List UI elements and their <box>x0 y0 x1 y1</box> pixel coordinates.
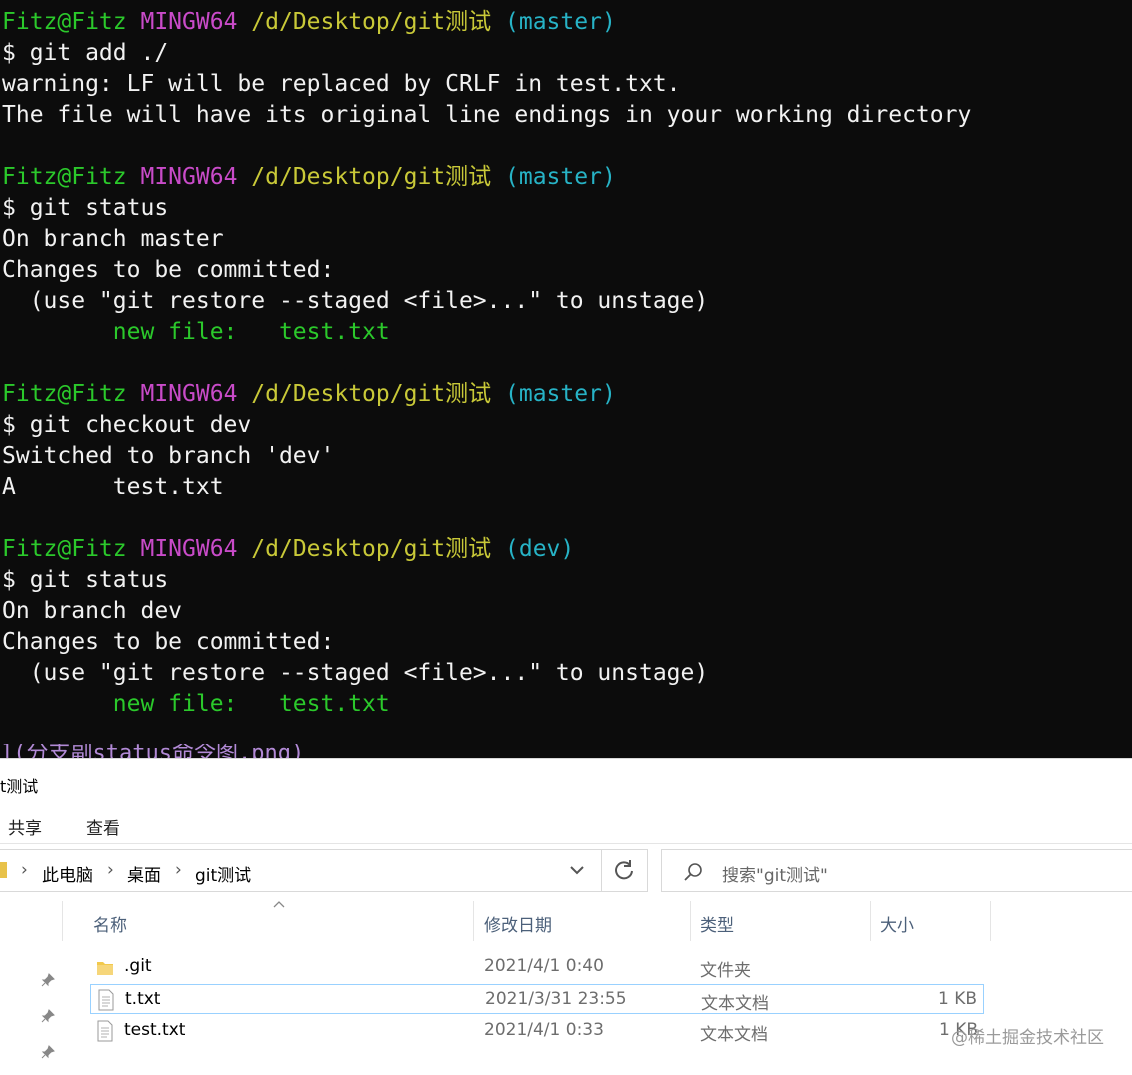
terminal-window[interactable]: Fitz@Fitz MINGW64 /d/Desktop/git测试 (mast… <box>0 0 1132 758</box>
output-line: Changes to be committed: <box>2 629 335 655</box>
staged-file-line: new file: test.txt <box>2 317 390 348</box>
file-type: 文件夹 <box>700 961 751 981</box>
nav-pane-divider <box>62 901 63 941</box>
prompt-path: /d/Desktop/git测试 <box>251 164 492 190</box>
prompt-branch: (master) <box>505 164 616 190</box>
breadcrumb-git-test[interactable]: git测试 <box>195 861 251 886</box>
address-divider <box>601 850 602 891</box>
column-divider[interactable] <box>473 901 474 941</box>
file-row[interactable]: .git 2021/4/1 0:40 文件夹 <box>90 952 984 982</box>
output-line: On branch master <box>2 226 224 252</box>
prompt-env: MINGW64 <box>140 536 238 562</box>
chevron-right-icon: › <box>21 860 28 880</box>
file-name: t.txt <box>125 989 161 1009</box>
file-date-modified: 2021/4/1 0:33 <box>484 1020 604 1040</box>
sort-ascending-icon <box>273 901 285 908</box>
window-title: t测试 <box>0 777 39 796</box>
prompt-branch: (master) <box>505 9 616 35</box>
command-line: $ git add ./ <box>2 40 169 66</box>
address-bar[interactable]: › 此电脑 › 桌面 › git测试 <box>0 849 648 892</box>
prompt-branch: (dev) <box>505 536 575 562</box>
staged-label: new file: <box>2 319 238 345</box>
prompt-branch: (master) <box>505 381 616 407</box>
staged-file-line: new file: test.txt <box>2 689 390 720</box>
chevron-right-icon[interactable]: › <box>107 860 114 880</box>
output-line: Switched to branch 'dev' <box>2 443 335 469</box>
file-name: test.txt <box>124 1020 186 1040</box>
file-row-selected[interactable]: t.txt 2021/3/31 23:55 文本文档 1 KB <box>90 984 984 1014</box>
refresh-icon[interactable] <box>611 857 637 883</box>
file-row[interactable]: test.txt 2021/4/1 0:33 文本文档 1 KB <box>90 1016 984 1046</box>
output-line: Changes to be committed: <box>2 257 335 283</box>
prompt-line: Fitz@Fitz MINGW64 /d/Desktop/git测试 (mast… <box>2 379 616 410</box>
prompt-path: /d/Desktop/git测试 <box>251 9 492 35</box>
file-name: .git <box>124 956 152 976</box>
prompt-line: Fitz@Fitz MINGW64 /d/Desktop/git测试 (dev) <box>2 534 574 565</box>
folder-icon <box>97 962 113 975</box>
text-file-icon <box>98 989 114 1011</box>
pin-icon[interactable] <box>40 1044 56 1060</box>
breadcrumb-desktop[interactable]: 桌面 <box>127 861 161 886</box>
search-input[interactable]: 搜索"git测试" <box>722 861 828 886</box>
output-line: warning: LF will be replaced by CRLF in … <box>2 71 681 97</box>
column-divider[interactable] <box>870 901 871 941</box>
column-header-name[interactable]: 名称 <box>93 911 127 936</box>
prompt-path: /d/Desktop/git测试 <box>251 381 492 407</box>
prompt-user: Fitz@Fitz <box>2 381 127 407</box>
staged-file: test.txt <box>237 691 390 717</box>
prompt-user: Fitz@Fitz <box>2 9 127 35</box>
column-divider[interactable] <box>990 901 991 941</box>
column-divider[interactable] <box>690 901 691 941</box>
file-date-modified: 2021/3/31 23:55 <box>485 989 627 1009</box>
output-line: (use "git restore --staged <file>..." to… <box>2 660 709 686</box>
file-type: 文本文档 <box>701 994 769 1014</box>
text-file-icon <box>97 1020 113 1042</box>
tab-view[interactable]: 查看 <box>86 814 120 839</box>
staged-file: test.txt <box>237 319 390 345</box>
command-line: $ git status <box>2 195 169 221</box>
chevron-right-icon[interactable]: › <box>175 860 182 880</box>
chevron-down-icon[interactable] <box>565 858 589 882</box>
prompt-env: MINGW64 <box>140 164 238 190</box>
clipped-markdown-text: ](分支副status命令图.png) <box>0 744 305 758</box>
pin-icon[interactable] <box>40 972 56 988</box>
breadcrumb-this-pc[interactable]: 此电脑 <box>42 861 93 886</box>
file-type: 文本文档 <box>700 1025 768 1045</box>
staged-label: new file: <box>2 691 238 717</box>
output-line: A test.txt <box>2 474 224 500</box>
search-icon <box>684 863 702 881</box>
prompt-env: MINGW64 <box>140 381 238 407</box>
output-line: On branch dev <box>2 598 183 624</box>
prompt-user: Fitz@Fitz <box>2 164 127 190</box>
output-line: (use "git restore --staged <file>..." to… <box>2 288 709 314</box>
column-header-date-modified[interactable]: 修改日期 <box>484 911 552 936</box>
prompt-line: Fitz@Fitz MINGW64 /d/Desktop/git测试 (mast… <box>2 7 616 38</box>
watermark: @稀土掘金技术社区 <box>951 1028 1104 1048</box>
output-line: The file will have its original line end… <box>2 102 972 128</box>
ribbon-divider <box>0 843 1132 844</box>
file-explorer-window: t测试 共享 查看 › 此电脑 › 桌面 › git测试 搜索"git测试" 名… <box>0 759 1132 1075</box>
search-box[interactable]: 搜索"git测试" <box>661 849 1132 892</box>
tab-share[interactable]: 共享 <box>8 814 42 839</box>
prompt-path: /d/Desktop/git测试 <box>251 536 492 562</box>
prompt-user: Fitz@Fitz <box>2 536 127 562</box>
pin-icon[interactable] <box>40 1008 56 1024</box>
file-date-modified: 2021/4/1 0:40 <box>484 956 604 976</box>
column-header-size[interactable]: 大小 <box>880 911 914 936</box>
prompt-line: Fitz@Fitz MINGW64 /d/Desktop/git测试 (mast… <box>2 162 616 193</box>
folder-icon <box>0 862 7 878</box>
prompt-env: MINGW64 <box>140 9 238 35</box>
command-line: $ git status <box>2 567 169 593</box>
file-size: 1 KB <box>937 989 977 1009</box>
column-header-type[interactable]: 类型 <box>700 911 734 936</box>
command-line: $ git checkout dev <box>2 412 252 438</box>
